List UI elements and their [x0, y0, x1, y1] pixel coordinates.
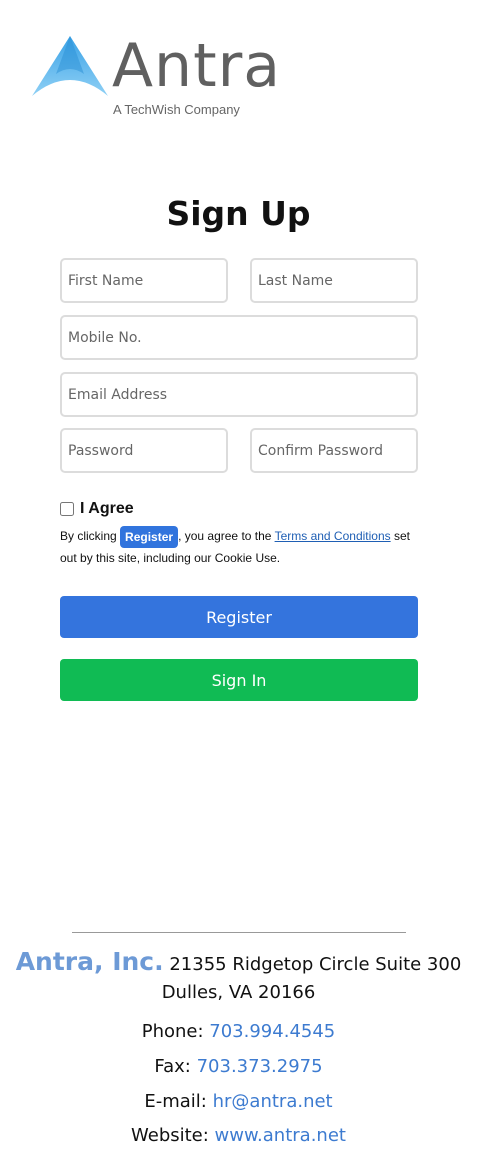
fax-link[interactable]: 703.373.2975 — [197, 1056, 323, 1077]
register-button[interactable]: Register — [60, 596, 418, 638]
terms-link[interactable]: Terms and Conditions — [275, 529, 391, 543]
website-line: Website: www.antra.net — [0, 1125, 477, 1146]
antra-logo: Antra A TechWish Company — [30, 34, 290, 124]
footer-divider — [72, 932, 406, 933]
terms-mid: , you agree to the — [178, 529, 275, 544]
agree-row[interactable]: I Agree — [60, 500, 134, 518]
company-name: Antra, Inc. — [15, 947, 164, 976]
logo-wordmark: Antra — [112, 31, 282, 101]
website-link[interactable]: www.antra.net — [215, 1125, 346, 1146]
company-line: Antra, Inc. 21355 Ridgetop Circle Suite … — [0, 948, 477, 979]
antra-triangle-icon — [32, 36, 108, 96]
agree-checkbox[interactable] — [60, 502, 74, 516]
password-input[interactable] — [60, 428, 228, 473]
email-label: E-mail: — [144, 1091, 213, 1112]
terms-prefix: By clicking — [60, 529, 121, 544]
phone-link[interactable]: 703.994.4545 — [209, 1021, 335, 1042]
email-input[interactable] — [60, 372, 418, 417]
terms-text: By clicking Register, you agree to the T… — [60, 526, 422, 569]
fax-label: Fax: — [154, 1056, 197, 1077]
first-name-input[interactable] — [60, 258, 228, 303]
website-label: Website: — [131, 1125, 215, 1146]
page-title: Sign Up — [166, 194, 311, 233]
register-badge: Register — [120, 526, 179, 548]
mobile-input[interactable] — [60, 315, 418, 360]
agree-label: I Agree — [80, 500, 134, 517]
signin-button[interactable]: Sign In — [60, 659, 418, 701]
confirm-password-input[interactable] — [250, 428, 418, 473]
phone-line: Phone: 703.994.4545 — [0, 1021, 477, 1042]
last-name-input[interactable] — [250, 258, 418, 303]
logo-tagline: A TechWish Company — [113, 102, 240, 117]
fax-line: Fax: 703.373.2975 — [0, 1056, 477, 1077]
email-line: E-mail: hr@antra.net — [0, 1091, 477, 1112]
email-link[interactable]: hr@antra.net — [213, 1091, 333, 1112]
address-line2: Dulles, VA 20166 — [161, 982, 316, 1003]
address-line1: 21355 Ridgetop Circle Suite 300 — [163, 954, 462, 975]
phone-label: Phone: — [141, 1021, 210, 1042]
